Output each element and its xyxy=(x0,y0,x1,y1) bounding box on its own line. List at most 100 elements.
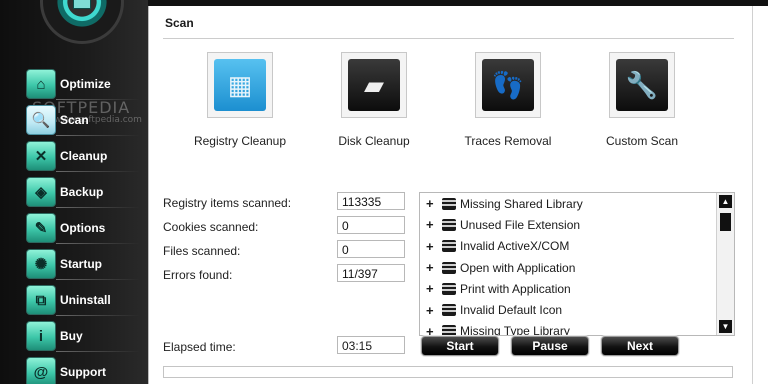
result-label: Missing Shared Library xyxy=(460,196,583,211)
title-divider xyxy=(163,38,734,39)
action-label: Registry Cleanup xyxy=(193,134,287,148)
action-glyph: 🔧 xyxy=(625,69,659,100)
expand-plus-icon[interactable]: + xyxy=(426,239,440,254)
list-item[interactable]: + Print with Application xyxy=(420,278,716,299)
wrench-icon: 🔧 xyxy=(616,59,668,111)
window-right-edge xyxy=(752,6,768,384)
sidebar: SOFTPEDIA www.softpedia.com ⌂ Optimize 🔍 Sc… xyxy=(0,0,148,384)
registry-item-icon xyxy=(442,240,456,253)
pause-button[interactable]: Pause xyxy=(511,336,589,356)
sidebar-item-cleanup[interactable]: ✕ Cleanup xyxy=(26,138,148,174)
scan-stats: Registry items scanned: 113335 Cookies sca… xyxy=(163,192,413,288)
list-item[interactable]: + Open with Application xyxy=(420,257,716,278)
registry-item-icon xyxy=(442,282,456,295)
result-label: Missing Type Library xyxy=(460,324,570,335)
page-title: Scan xyxy=(165,16,194,30)
optimize-icon: ⌂ xyxy=(26,69,56,99)
uninstall-icon: ⧉ xyxy=(26,285,56,315)
list-item[interactable]: + Missing Shared Library xyxy=(420,193,716,214)
stat-value: 11/397 xyxy=(337,264,405,282)
results-list[interactable]: + Missing Shared Library + Unused File Exte… xyxy=(419,192,735,336)
sidebar-item-label: Cleanup xyxy=(60,149,108,163)
main-panel: Scan ▦ Registry Cleanup ▰ Disk Cleanup 👣 Trac… xyxy=(148,6,752,384)
action-tile: ▰ xyxy=(341,52,407,118)
result-label: Invalid ActiveX/COM xyxy=(460,239,570,254)
registry-item-icon xyxy=(442,261,456,274)
app-logo xyxy=(40,0,124,44)
elapsed-value: 03:15 xyxy=(337,336,405,354)
backup-icon: ◈ xyxy=(26,177,56,207)
disk-cleanup-button[interactable]: ▰ Disk Cleanup xyxy=(309,52,439,148)
support-icon: @ xyxy=(26,357,56,384)
registry-item-icon xyxy=(442,218,456,231)
custom-scan-button[interactable]: 🔧 Custom Scan xyxy=(577,52,707,148)
result-label: Invalid Default Icon xyxy=(460,303,563,318)
action-label: Traces Removal xyxy=(464,134,552,148)
action-glyph: 👣 xyxy=(491,69,525,100)
action-glyph: ▦ xyxy=(227,69,253,100)
stat-row: Errors found: 11/397 xyxy=(163,264,413,288)
result-label: Unused File Extension xyxy=(460,217,581,232)
options-icon: ✎ xyxy=(26,213,56,243)
elapsed-label: Elapsed time: xyxy=(163,340,236,354)
sidebar-item-uninstall[interactable]: ⧉ Uninstall xyxy=(26,282,148,318)
scroll-down-icon[interactable]: ▼ xyxy=(719,320,732,333)
next-button[interactable]: Next xyxy=(601,336,679,356)
scan-progress-bar xyxy=(163,366,733,378)
expand-plus-icon[interactable]: + xyxy=(426,217,440,232)
cleanup-icon: ✕ xyxy=(26,141,56,171)
action-glyph: ▰ xyxy=(364,69,384,100)
registry-item-icon xyxy=(442,325,456,335)
sidebar-item-scan[interactable]: 🔍 Scan xyxy=(26,102,148,138)
list-item[interactable]: + Invalid ActiveX/COM xyxy=(420,236,716,257)
scroll-thumb[interactable] xyxy=(720,213,731,231)
footprints-icon: 👣 xyxy=(482,59,534,111)
registry-cube-icon: ▦ xyxy=(214,59,266,111)
traces-removal-button[interactable]: 👣 Traces Removal xyxy=(443,52,573,148)
action-tile: 👣 xyxy=(475,52,541,118)
stat-label: Cookies scanned: xyxy=(163,220,259,234)
sidebar-item-options[interactable]: ✎ Options xyxy=(26,210,148,246)
action-tile: ▦ xyxy=(207,52,273,118)
sidebar-item-label: Startup xyxy=(60,257,102,271)
sidebar-item-support[interactable]: @ Support xyxy=(26,354,148,384)
expand-plus-icon[interactable]: + xyxy=(426,303,440,318)
registry-cleanup-button[interactable]: ▦ Registry Cleanup xyxy=(175,52,305,148)
stat-value: 0 xyxy=(337,240,405,258)
sidebar-item-startup[interactable]: ✺ Startup xyxy=(26,246,148,282)
action-label: Custom Scan xyxy=(605,134,679,148)
list-item[interactable]: + Invalid Default Icon xyxy=(420,299,716,320)
stat-value: 0 xyxy=(337,216,405,234)
sidebar-item-label: Options xyxy=(60,221,106,235)
expand-plus-icon[interactable]: + xyxy=(426,324,440,335)
sidebar-item-label: Backup xyxy=(60,185,104,199)
stat-row: Cookies scanned: 0 xyxy=(163,216,413,240)
stat-row: Registry items scanned: 113335 xyxy=(163,192,413,216)
scroll-up-icon[interactable]: ▲ xyxy=(719,195,732,208)
buy-icon: i xyxy=(26,321,56,351)
stat-label: Files scanned: xyxy=(163,244,241,258)
sidebar-item-optimize[interactable]: ⌂ Optimize xyxy=(26,66,148,102)
list-item[interactable]: + Missing Type Library xyxy=(420,321,716,335)
start-button[interactable]: Start xyxy=(421,336,499,356)
stat-label: Errors found: xyxy=(163,268,233,282)
registry-item-icon xyxy=(442,197,456,210)
action-tile: 🔧 xyxy=(609,52,675,118)
bottom-controls: Elapsed time: 03:15 Start Pause Next xyxy=(163,336,743,358)
registry-item-icon xyxy=(442,304,456,317)
sidebar-item-backup[interactable]: ◈ Backup xyxy=(26,174,148,210)
sidebar-item-buy[interactable]: i Buy xyxy=(26,318,148,354)
expand-plus-icon[interactable]: + xyxy=(426,281,440,296)
stat-label: Registry items scanned: xyxy=(163,196,292,210)
sidebar-nav: ⌂ Optimize 🔍 Scan ✕ Cleanup ◈ Backup ✎ Options ✺ St… xyxy=(26,66,148,384)
hard-disk-icon: ▰ xyxy=(348,59,400,111)
expand-plus-icon[interactable]: + xyxy=(426,260,440,275)
scan-actions: ▦ Registry Cleanup ▰ Disk Cleanup 👣 Traces Re… xyxy=(163,52,723,162)
sidebar-item-label: Support xyxy=(60,365,106,379)
sidebar-item-label: Buy xyxy=(60,329,83,343)
startup-icon: ✺ xyxy=(26,249,56,279)
list-item[interactable]: + Unused File Extension xyxy=(420,214,716,235)
expand-plus-icon[interactable]: + xyxy=(426,196,440,211)
stat-row: Files scanned: 0 xyxy=(163,240,413,264)
results-scrollbar[interactable]: ▲ ▼ xyxy=(716,193,734,335)
